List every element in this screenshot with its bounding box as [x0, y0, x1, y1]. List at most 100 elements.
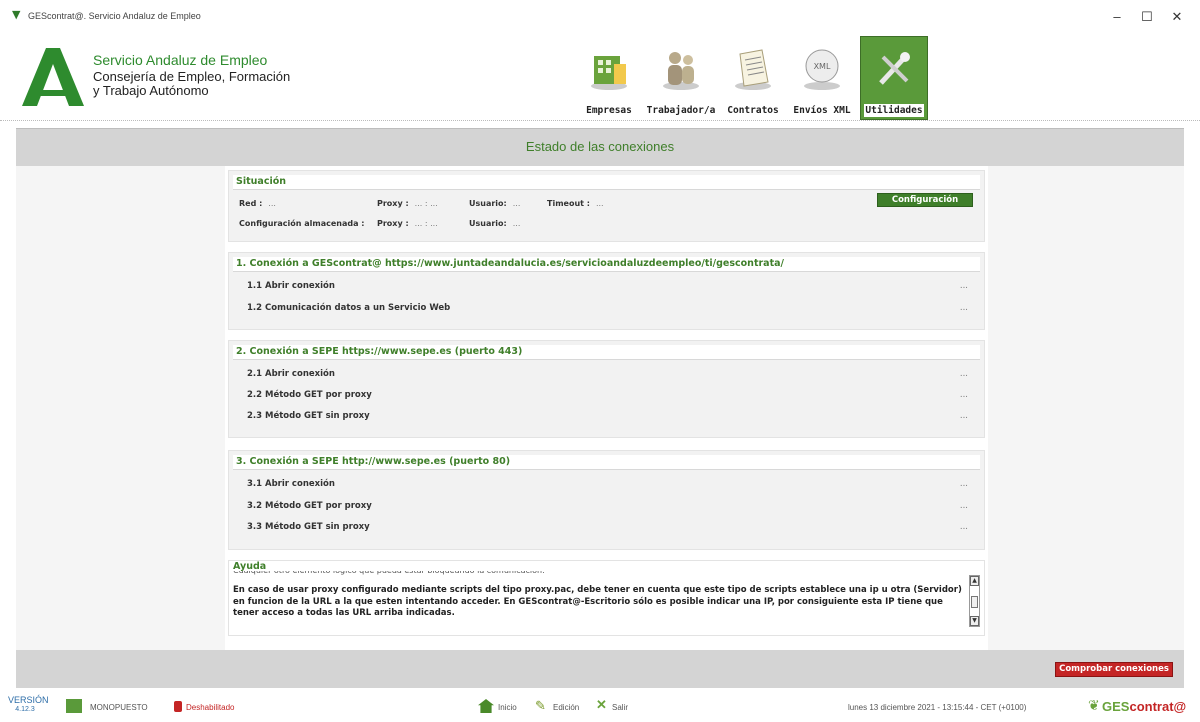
red-field: Red :...	[239, 199, 276, 208]
row-2-2-status: ...	[959, 390, 968, 400]
nav-empresas-label: Empresas	[586, 105, 632, 116]
people-icon	[663, 52, 699, 90]
version-number: 4.12.3	[15, 706, 35, 713]
disabled-label: Deshabilitado	[186, 703, 235, 712]
proxy-field: Proxy : ... : ...	[377, 199, 438, 208]
edicion-link[interactable]: Edición	[553, 703, 579, 712]
red-label: Red :	[239, 199, 263, 208]
home-icon[interactable]	[478, 699, 494, 713]
section-2-title: 2. Conexión a SEPE https://www.sepe.es (…	[233, 345, 980, 360]
maximize-button[interactable]: ☐	[1137, 8, 1157, 26]
row-1-1-label: 1.1 Abrir conexión	[247, 281, 335, 291]
brand-department: Consejería de Empleo, Formación y Trabaj…	[93, 70, 313, 98]
brand-department-line2: y Trabajo Autónomo	[93, 83, 209, 98]
nav-utilidades-label: Utilidades	[864, 104, 924, 117]
section-1-title: 1. Conexión a GEScontrat@ https://www.ju…	[233, 257, 980, 272]
stored-proxy-value: ... : ...	[414, 219, 438, 228]
row-3-2-status: ...	[959, 501, 968, 511]
situacion-panel: Situación Red :... Proxy : ... : ... Usua…	[228, 170, 985, 242]
mode-label: MONOPUESTO	[90, 703, 148, 712]
section-1-panel: 1. Conexión a GEScontrat@ https://www.ju…	[228, 252, 985, 330]
version-block: VERSIÓN 4.12.3	[8, 695, 49, 715]
salir-link[interactable]: Salir	[612, 703, 628, 712]
stored-config-label: Configuración almacenada :	[239, 219, 365, 228]
timeout-label: Timeout :	[547, 199, 590, 208]
row-3-1-label: 3.1 Abrir conexión	[247, 479, 335, 489]
scroll-up-icon[interactable]: ▲	[970, 576, 979, 586]
nav-envios-xml-label: Envíos XML	[793, 105, 851, 116]
logo-leaf-icon: ❦	[1088, 697, 1100, 713]
proxy-label: Proxy :	[377, 199, 409, 208]
datetime-label: lunes 13 diciembre 2021 - 13:15:44 - CET…	[848, 703, 1027, 712]
tools-icon	[879, 52, 910, 85]
stored-proxy-field: Proxy : ... : ...	[377, 219, 438, 228]
row-1-2-label: 1.2 Comunicación datos a un Servicio Web	[247, 303, 451, 313]
usuario-value: ...	[512, 199, 521, 208]
nav-contratos-label: Contratos	[727, 105, 779, 116]
timeout-value: ...	[595, 199, 604, 208]
gescontrata-logo: GEScontrat@	[1102, 699, 1186, 714]
svg-text:XML: XML	[814, 62, 831, 71]
nav-utilidades[interactable]: Utilidades	[860, 36, 928, 120]
ayuda-panel[interactable]: Ayuda Cualquier otro elemento lógico que…	[228, 560, 985, 636]
stored-usuario-field: Usuario:...	[469, 219, 520, 228]
version-label: VERSIÓN	[8, 695, 49, 705]
app-icon: ▼	[12, 8, 21, 21]
main-content: Situación Red :... Proxy : ... : ... Usua…	[225, 166, 988, 650]
monopuesto-icon	[66, 699, 82, 713]
stored-usuario-value: ...	[512, 219, 521, 228]
junta-andalucia-logo	[22, 48, 84, 106]
left-gutter	[16, 166, 225, 650]
page-title-bar: Estado de las conexiones	[16, 128, 1184, 166]
row-2-3-label: 2.3 Método GET sin proxy	[247, 411, 370, 421]
stored-config-field: Configuración almacenada :	[239, 219, 364, 228]
logo-suffix: contrat@	[1129, 699, 1187, 714]
brand-department-line1: Consejería de Empleo, Formación	[93, 69, 291, 84]
exit-icon[interactable]: ✕	[596, 697, 607, 713]
row-3-3-label: 3.3 Método GET sin proxy	[247, 522, 370, 532]
stored-proxy-label: Proxy :	[377, 219, 409, 228]
ayuda-text: En caso de usar proxy configurado median…	[233, 585, 962, 618]
row-2-2-label: 2.2 Método GET por proxy	[247, 390, 372, 400]
section-2-panel: 2. Conexión a SEPE https://www.sepe.es (…	[228, 340, 985, 438]
window-title: GEScontrat@. Servicio Andaluz de Empleo	[28, 11, 201, 21]
row-1-2-status: ...	[959, 303, 968, 313]
comprobar-conexiones-button[interactable]: Comprobar conexiones	[1055, 662, 1173, 677]
row-2-1-label: 2.1 Abrir conexión	[247, 369, 335, 379]
xml-icon: XML	[804, 49, 840, 90]
row-2-3-status: ...	[959, 411, 968, 421]
close-button[interactable]: ✕	[1167, 8, 1187, 26]
inicio-link[interactable]: Inicio	[498, 703, 517, 712]
nav-contratos[interactable]: Contratos	[722, 36, 784, 120]
row-1-1-status: ...	[959, 281, 968, 291]
row-3-3-status: ...	[959, 522, 968, 532]
nav-envios-xml[interactable]: XML Envíos XML	[786, 36, 858, 120]
logo-prefix: GES	[1102, 699, 1130, 714]
row-2-1-status: ...	[959, 369, 968, 379]
nav-empresas[interactable]: Empresas	[578, 36, 640, 120]
row-3-1-status: ...	[959, 479, 968, 489]
timeout-field: Timeout :...	[547, 199, 604, 208]
page-title: Estado de las conexiones	[525, 139, 675, 154]
scroll-thumb[interactable]	[971, 596, 978, 608]
document-icon	[735, 49, 771, 90]
window-titlebar: ▼ GEScontrat@. Servicio Andaluz de Emple…	[0, 0, 1200, 36]
action-bar: Comprobar conexiones	[16, 650, 1184, 688]
proxy-value: ... : ...	[414, 199, 438, 208]
minimize-button[interactable]: –	[1107, 8, 1127, 26]
configuracion-button[interactable]: Configuración	[877, 193, 973, 207]
pencil-icon[interactable]: ✎	[535, 698, 546, 714]
ayuda-cut-line: Cualquier otro elemento lógico que pueda…	[233, 571, 545, 577]
ayuda-scrollbar[interactable]: ▲ ▼	[969, 575, 980, 627]
nav-trabajador-label: Trabajador/a	[646, 105, 716, 116]
row-3-2-label: 3.2 Método GET por proxy	[247, 501, 372, 511]
building-icon	[591, 56, 627, 90]
brand-name: Servicio Andaluz de Empleo	[93, 52, 268, 68]
stored-usuario-label: Usuario:	[469, 219, 507, 228]
scroll-down-icon[interactable]: ▼	[970, 616, 979, 626]
section-3-title: 3. Conexión a SEPE http://www.sepe.es (p…	[233, 455, 980, 470]
nav-trabajador[interactable]: Trabajador/a	[642, 36, 720, 120]
red-value: ...	[268, 199, 276, 208]
usuario-field: Usuario:...	[469, 199, 520, 208]
right-gutter	[988, 166, 1184, 650]
